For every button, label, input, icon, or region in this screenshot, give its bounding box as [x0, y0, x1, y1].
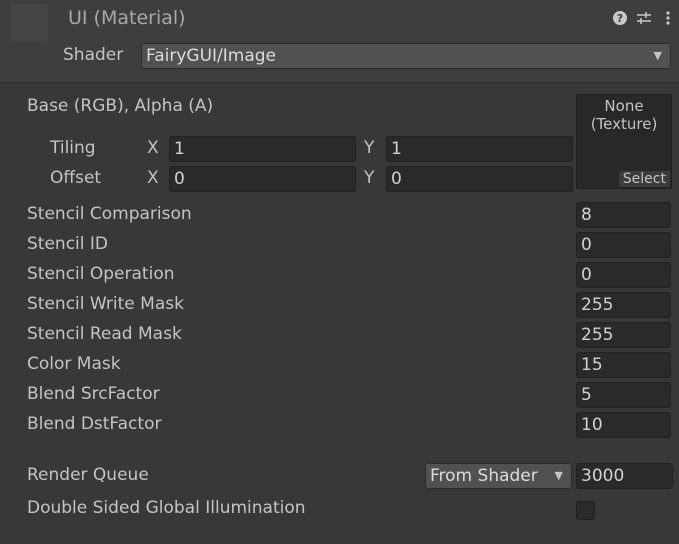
stencil-operation-label: Stencil Operation	[27, 264, 175, 284]
texture-label: Base (RGB), Alpha (A)	[27, 96, 214, 116]
color-mask-field[interactable]: 15	[576, 352, 671, 378]
svg-text:?: ?	[617, 12, 623, 25]
help-icon[interactable]: ?	[610, 10, 630, 30]
offset-y-label: Y	[364, 168, 375, 188]
color-mask-label: Color Mask	[27, 354, 121, 374]
tiling-x-field[interactable]: 1	[169, 136, 356, 162]
stencil-write-mask-field[interactable]: 255	[576, 292, 671, 318]
blend-src-factor-field[interactable]: 5	[576, 382, 671, 408]
render-queue-dropdown[interactable]: From Shader ▼	[425, 463, 572, 489]
tiling-label: Tiling	[50, 138, 96, 158]
stencil-comparison-label: Stencil Comparison	[27, 204, 192, 224]
double-sided-gi-label: Double Sided Global Illumination	[27, 498, 306, 518]
texture-preview-text: None (Texture)	[577, 97, 671, 133]
render-queue-field[interactable]: 3000	[576, 463, 673, 489]
blend-dst-factor-field[interactable]: 10	[576, 412, 671, 438]
offset-x-label: X	[147, 168, 159, 188]
offset-label: Offset	[50, 168, 102, 188]
double-sided-gi-checkbox[interactable]	[576, 501, 595, 520]
offset-x-field[interactable]: 0	[169, 166, 356, 192]
offset-y-field[interactable]: 0	[386, 166, 573, 192]
more-vertical-icon[interactable]	[658, 10, 678, 30]
dropdown-arrow-icon: ▼	[653, 49, 662, 62]
material-icon	[10, 4, 48, 42]
blend-src-factor-label: Blend SrcFactor	[27, 384, 160, 404]
stencil-id-label: Stencil ID	[27, 234, 108, 254]
stencil-id-field[interactable]: 0	[576, 232, 671, 258]
shader-label: Shader	[63, 45, 124, 65]
dropdown-arrow-icon: ▼	[554, 469, 563, 482]
stencil-comparison-field[interactable]: 8	[576, 202, 671, 228]
shader-value: FairyGUI/Image	[146, 46, 277, 66]
shader-dropdown[interactable]: FairyGUI/Image ▼	[141, 43, 671, 69]
render-queue-label: Render Queue	[27, 465, 149, 485]
blend-dst-factor-label: Blend DstFactor	[27, 414, 162, 434]
preset-sliders-icon[interactable]	[634, 10, 654, 30]
texture-none-label: None	[604, 97, 644, 115]
texture-select-button[interactable]: Select	[618, 171, 670, 187]
tiling-y-label: Y	[364, 138, 375, 158]
texture-type-label: (Texture)	[590, 115, 658, 133]
stencil-write-mask-label: Stencil Write Mask	[27, 294, 184, 314]
tiling-y-field[interactable]: 1	[386, 136, 573, 162]
tiling-x-label: X	[147, 138, 159, 158]
texture-slot[interactable]: None (Texture) Select	[576, 94, 672, 189]
stencil-read-mask-label: Stencil Read Mask	[27, 324, 182, 344]
stencil-read-mask-field[interactable]: 255	[576, 322, 671, 348]
stencil-operation-field[interactable]: 0	[576, 262, 671, 288]
material-title: UI (Material)	[68, 7, 186, 29]
render-queue-mode: From Shader	[430, 466, 538, 486]
